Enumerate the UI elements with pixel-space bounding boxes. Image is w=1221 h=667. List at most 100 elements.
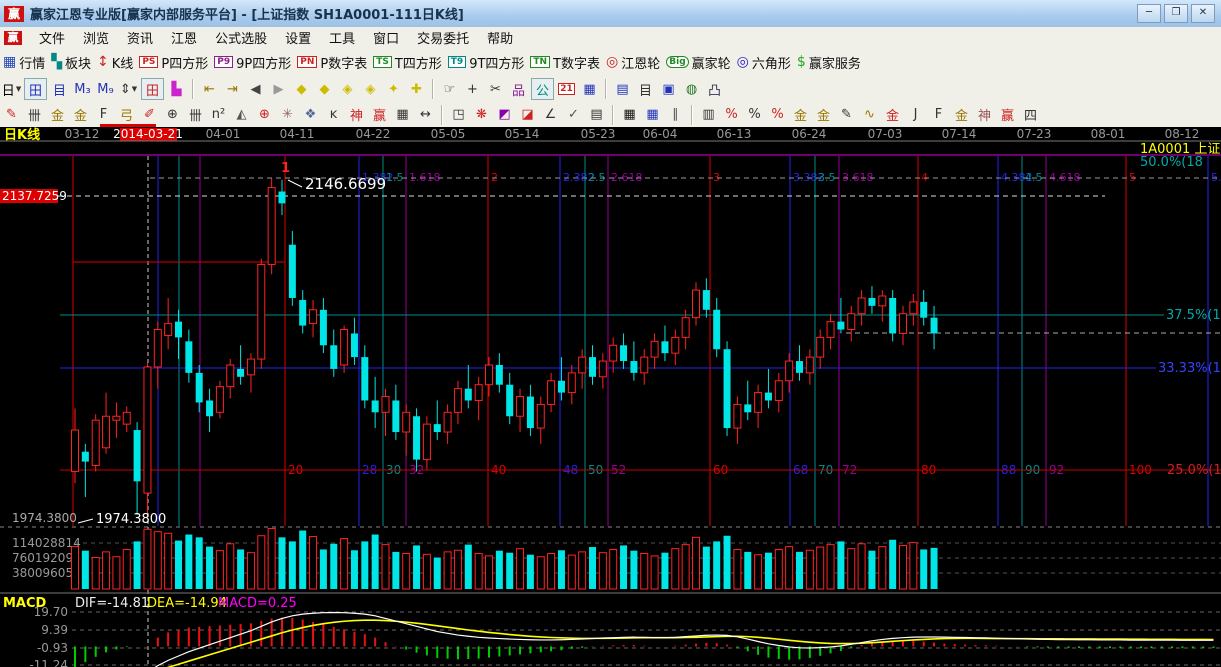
gold-strike-icon[interactable]: 金 <box>882 105 903 125</box>
menu-item-8[interactable]: 交易委托 <box>408 26 478 49</box>
expand-x-icon[interactable]: ◈ <box>337 79 358 99</box>
chart-canvas[interactable]: 03-122014-03-2104-0104-1104-2205-0505-14… <box>0 127 1221 667</box>
toolbar-hexagon-button[interactable]: ◎六角形 <box>737 53 791 72</box>
print-icon[interactable]: 凸 <box>704 79 725 99</box>
percent-line-icon[interactable]: % <box>767 105 788 125</box>
bow-tool-icon[interactable]: 弓 <box>116 105 137 125</box>
compress-x-icon[interactable]: ◈ <box>360 79 381 99</box>
gold-angle-icon[interactable]: 金 <box>951 105 972 125</box>
menu-item-2[interactable]: 资讯 <box>118 26 162 49</box>
magnet-tool-icon[interactable]: 品 <box>508 79 529 99</box>
notes-report-icon[interactable]: 目 <box>635 79 656 99</box>
ray-box-red-icon[interactable]: ◪ <box>517 105 538 125</box>
toolbar-9p-square-button[interactable]: P99P四方形 <box>214 53 291 72</box>
shen-angle-icon[interactable]: 神 <box>974 105 995 125</box>
grid-dark-icon[interactable]: ▦ <box>619 105 640 125</box>
gann-highlight-icon[interactable]: 田 <box>141 78 164 100</box>
f-angle-icon[interactable]: F <box>928 105 949 125</box>
fine-grid-icon[interactable]: ▤ <box>586 105 607 125</box>
strike-percent-icon[interactable]: % <box>721 105 742 125</box>
cycle-clock-icon[interactable]: ⊕ <box>162 105 183 125</box>
first-bar-icon[interactable]: ⇤ <box>199 79 220 99</box>
menu-item-4[interactable]: 公式选股 <box>206 26 276 49</box>
chart-area[interactable]: 03-122014-03-2104-0104-1104-2205-0505-14… <box>0 127 1221 667</box>
grid-blue-icon[interactable]: ▦ <box>642 105 663 125</box>
angle-line-icon[interactable]: ∠ <box>540 105 561 125</box>
compass-red-icon[interactable]: ⊕ <box>254 105 275 125</box>
last-bar-icon[interactable]: ⇥ <box>222 79 243 99</box>
spreadsheet-icon[interactable]: ▤ <box>612 79 633 99</box>
percent-icon[interactable]: % <box>744 105 765 125</box>
menu-item-9[interactable]: 帮助 <box>478 26 522 49</box>
n-squared-icon[interactable]: n² <box>208 105 229 125</box>
grid-123-icon[interactable]: ▦ <box>392 105 413 125</box>
shen-tool-icon[interactable]: 神 <box>346 105 367 125</box>
toolbar-t-number-table-button[interactable]: TNT数字表 <box>530 53 600 72</box>
gold-comb-2-icon[interactable]: 金 <box>70 105 91 125</box>
gold-comb-1-icon[interactable]: 金 <box>47 105 68 125</box>
j-angle-icon[interactable]: J <box>905 105 926 125</box>
wave-9-icon[interactable]: M₉ <box>95 79 116 99</box>
width-measure-icon[interactable]: ↔ <box>415 105 436 125</box>
shift-left-icon[interactable]: ◆ <box>291 79 312 99</box>
center-cross-icon[interactable]: ✚ <box>406 79 427 99</box>
toolbar-p-number-table-button[interactable]: PNP数字表 <box>297 53 367 72</box>
pin-dropdown-icon[interactable]: ⇕▼ <box>118 79 139 99</box>
gold-line-icon[interactable]: 金 <box>813 105 834 125</box>
pen-red-icon[interactable]: ✎ <box>1 105 22 125</box>
calendar-21-icon[interactable]: 21 <box>556 79 577 99</box>
menu-item-3[interactable]: 江恩 <box>162 26 206 49</box>
report-view-icon[interactable]: 目 <box>49 79 70 99</box>
mirror-line-icon[interactable]: ◭ <box>231 105 252 125</box>
menu-item-7[interactable]: 窗口 <box>364 26 408 49</box>
toolbar-sectors-button[interactable]: ▚板块 <box>51 53 91 72</box>
next-bar-icon[interactable]: ▶ <box>268 79 289 99</box>
toolbar-winner-wheel-button[interactable]: Big赢家轮 <box>666 53 730 72</box>
maximize-button[interactable]: ❐ <box>1164 4 1188 23</box>
calculator-icon[interactable]: ▦ <box>579 79 600 99</box>
gold-circle-icon[interactable]: 金 <box>790 105 811 125</box>
toolbar-9t-square-button[interactable]: T99T四方形 <box>448 53 525 72</box>
toolbar-t-square-button[interactable]: TST四方形 <box>373 53 442 72</box>
toolbar-gann-wheel-button[interactable]: ◎江恩轮 <box>606 53 660 72</box>
expand-all-icon[interactable]: ✦ <box>383 79 404 99</box>
slats-icon[interactable]: ∥ <box>665 105 686 125</box>
si-angle-icon[interactable]: 四 <box>1020 105 1041 125</box>
volume-profile-icon[interactable]: ▙ <box>166 79 187 99</box>
prev-bar-icon[interactable]: ◀ <box>245 79 266 99</box>
toolbar-kline-button[interactable]: ↕K线 <box>97 53 133 72</box>
close-button[interactable]: ✕ <box>1191 4 1215 23</box>
ray-fan-icon[interactable]: ❋ <box>471 105 492 125</box>
comb-plain-icon[interactable]: 卌 <box>185 105 206 125</box>
web-box-icon[interactable]: ❖ <box>300 105 321 125</box>
menu-item-1[interactable]: 浏览 <box>74 26 118 49</box>
pan-hand-icon[interactable]: ☞ <box>439 79 460 99</box>
ying-tool-icon[interactable]: 赢 <box>369 105 390 125</box>
ying-angle-icon[interactable]: 赢 <box>997 105 1018 125</box>
ink-pen-icon[interactable]: ✎ <box>836 105 857 125</box>
k-step-icon[interactable]: ĸ <box>323 105 344 125</box>
toolbar-market-quotes-button[interactable]: ▦行情 <box>3 53 45 72</box>
formula-tool-icon[interactable]: 公 <box>531 78 554 100</box>
f-tool-icon[interactable]: F <box>93 105 114 125</box>
corner-grid-icon[interactable]: ◳ <box>448 105 469 125</box>
check-lines-icon[interactable]: ✓ <box>563 105 584 125</box>
web-save-icon[interactable]: ◍ <box>681 79 702 99</box>
period-selector-icon[interactable]: 日▼ <box>1 79 22 99</box>
menu-item-6[interactable]: 工具 <box>320 26 364 49</box>
radial-web-icon[interactable]: ✳ <box>277 105 298 125</box>
toolbar-p-square-button[interactable]: PSP四方形 <box>139 53 208 72</box>
scissors-icon[interactable]: ✂ <box>485 79 506 99</box>
comb-tool-icon[interactable]: 卌 <box>24 105 45 125</box>
menu-item-0[interactable]: 文件 <box>30 26 74 49</box>
gold-wave-icon[interactable]: ∿ <box>859 105 880 125</box>
minimize-button[interactable]: ─ <box>1137 4 1161 23</box>
shift-right-icon[interactable]: ◆ <box>314 79 335 99</box>
menu-item-5[interactable]: 设置 <box>276 26 320 49</box>
ray-box-purple-icon[interactable]: ◩ <box>494 105 515 125</box>
wave-3-icon[interactable]: M₃ <box>72 79 93 99</box>
toolbar-winner-service-button[interactable]: $赢家服务 <box>797 53 861 72</box>
pattern-window-icon[interactable]: 田 <box>24 78 47 100</box>
mini-grid-icon[interactable]: ▥ <box>698 105 719 125</box>
save-icon[interactable]: ▣ <box>658 79 679 99</box>
